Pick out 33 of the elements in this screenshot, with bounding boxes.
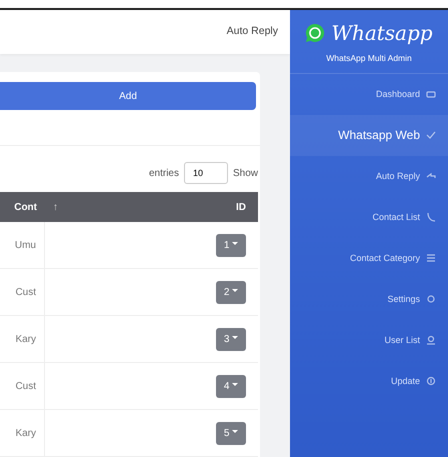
user-icon (426, 335, 436, 346)
column-header[interactable]: Cont (14, 200, 37, 214)
entries-field[interactable]: 10 (184, 162, 228, 184)
column-header[interactable]: ID (236, 200, 246, 214)
show-label: Show (232, 166, 258, 180)
table-cell-text: Umu (14, 238, 36, 252)
sidebar-item[interactable]: Contact Category (290, 238, 448, 279)
id-dropdown-button[interactable]: 4 (216, 374, 246, 398)
sidebar-item[interactable]: Update (290, 360, 448, 402)
check-icon (426, 130, 436, 140)
entries-label: entries (148, 166, 179, 180)
sidebar-item[interactable]: Auto Reply (290, 156, 448, 197)
id-dropdown-button[interactable]: 1 (216, 234, 246, 256)
sidebar-item[interactable]: Contact List (290, 196, 448, 238)
sidebar-item[interactable]: Dashboard (290, 74, 448, 115)
id-dropdown-button[interactable]: 3 (216, 328, 246, 350)
sidebar-item[interactable]: Whatsapp Web (290, 114, 448, 156)
id-dropdown-button[interactable]: 5 (216, 422, 246, 444)
page-title: Auto Reply (226, 24, 278, 40)
chat-logo-icon (305, 23, 326, 43)
sort-arrow-icon[interactable]: ↑ (53, 200, 58, 214)
list-icon (426, 253, 436, 264)
table-cell-text: Cust (15, 380, 36, 394)
phone-icon (426, 212, 436, 222)
table-cell-text: Cust (15, 286, 36, 300)
sidebar-item[interactable]: Settings (290, 278, 448, 320)
id-dropdown-button[interactable]: 2 (216, 280, 246, 304)
dashboard-icon (426, 89, 436, 100)
table-cell-text: Kary (15, 332, 36, 346)
table-cell-text: Kary (15, 426, 36, 440)
sidebar-item[interactable]: User List (290, 320, 448, 361)
add-button[interactable]: Add (0, 82, 256, 110)
logo-text: Whatsapp (331, 20, 433, 47)
